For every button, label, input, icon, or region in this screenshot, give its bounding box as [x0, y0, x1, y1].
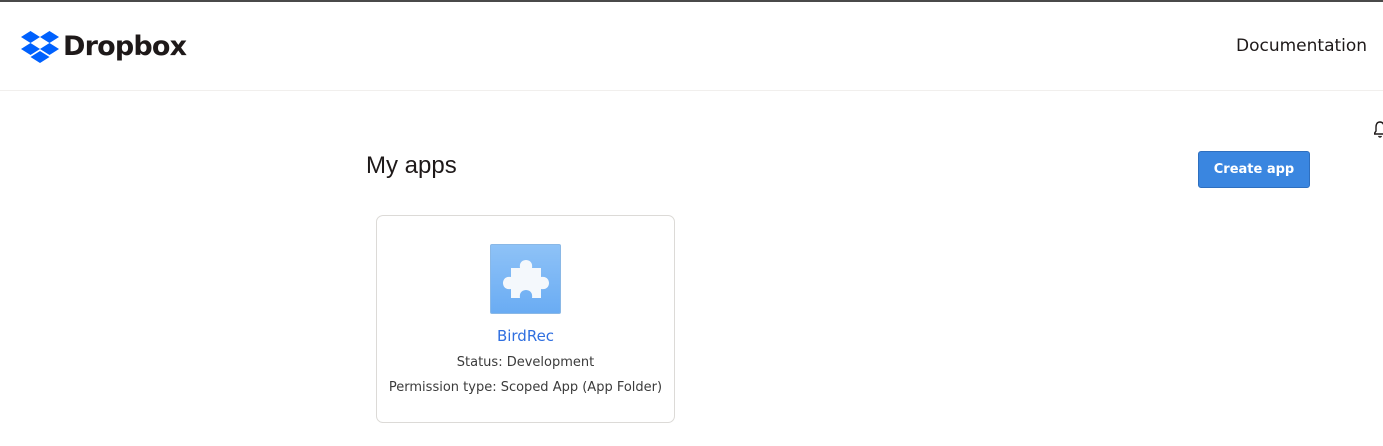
app-status: Status: Development: [456, 355, 595, 370]
create-app-button[interactable]: Create app: [1198, 151, 1310, 188]
app-permission-type: Permission type: Scoped App (App Folder): [388, 380, 663, 395]
nav-documentation-link[interactable]: Documentation: [1236, 36, 1367, 56]
app-card[interactable]: BirdRec Status: Development Permission t…: [376, 215, 675, 423]
notification-bell-icon[interactable]: [1372, 120, 1383, 145]
page-title: My apps: [366, 152, 457, 179]
brand-name: Dropbox: [63, 31, 187, 62]
dropbox-logo[interactable]: Dropbox: [21, 31, 187, 63]
site-header: Dropbox Documentation: [0, 2, 1383, 91]
app-name-link[interactable]: BirdRec: [377, 327, 674, 345]
puzzle-icon[interactable]: [490, 244, 561, 314]
dropbox-logo-icon: [21, 31, 59, 63]
